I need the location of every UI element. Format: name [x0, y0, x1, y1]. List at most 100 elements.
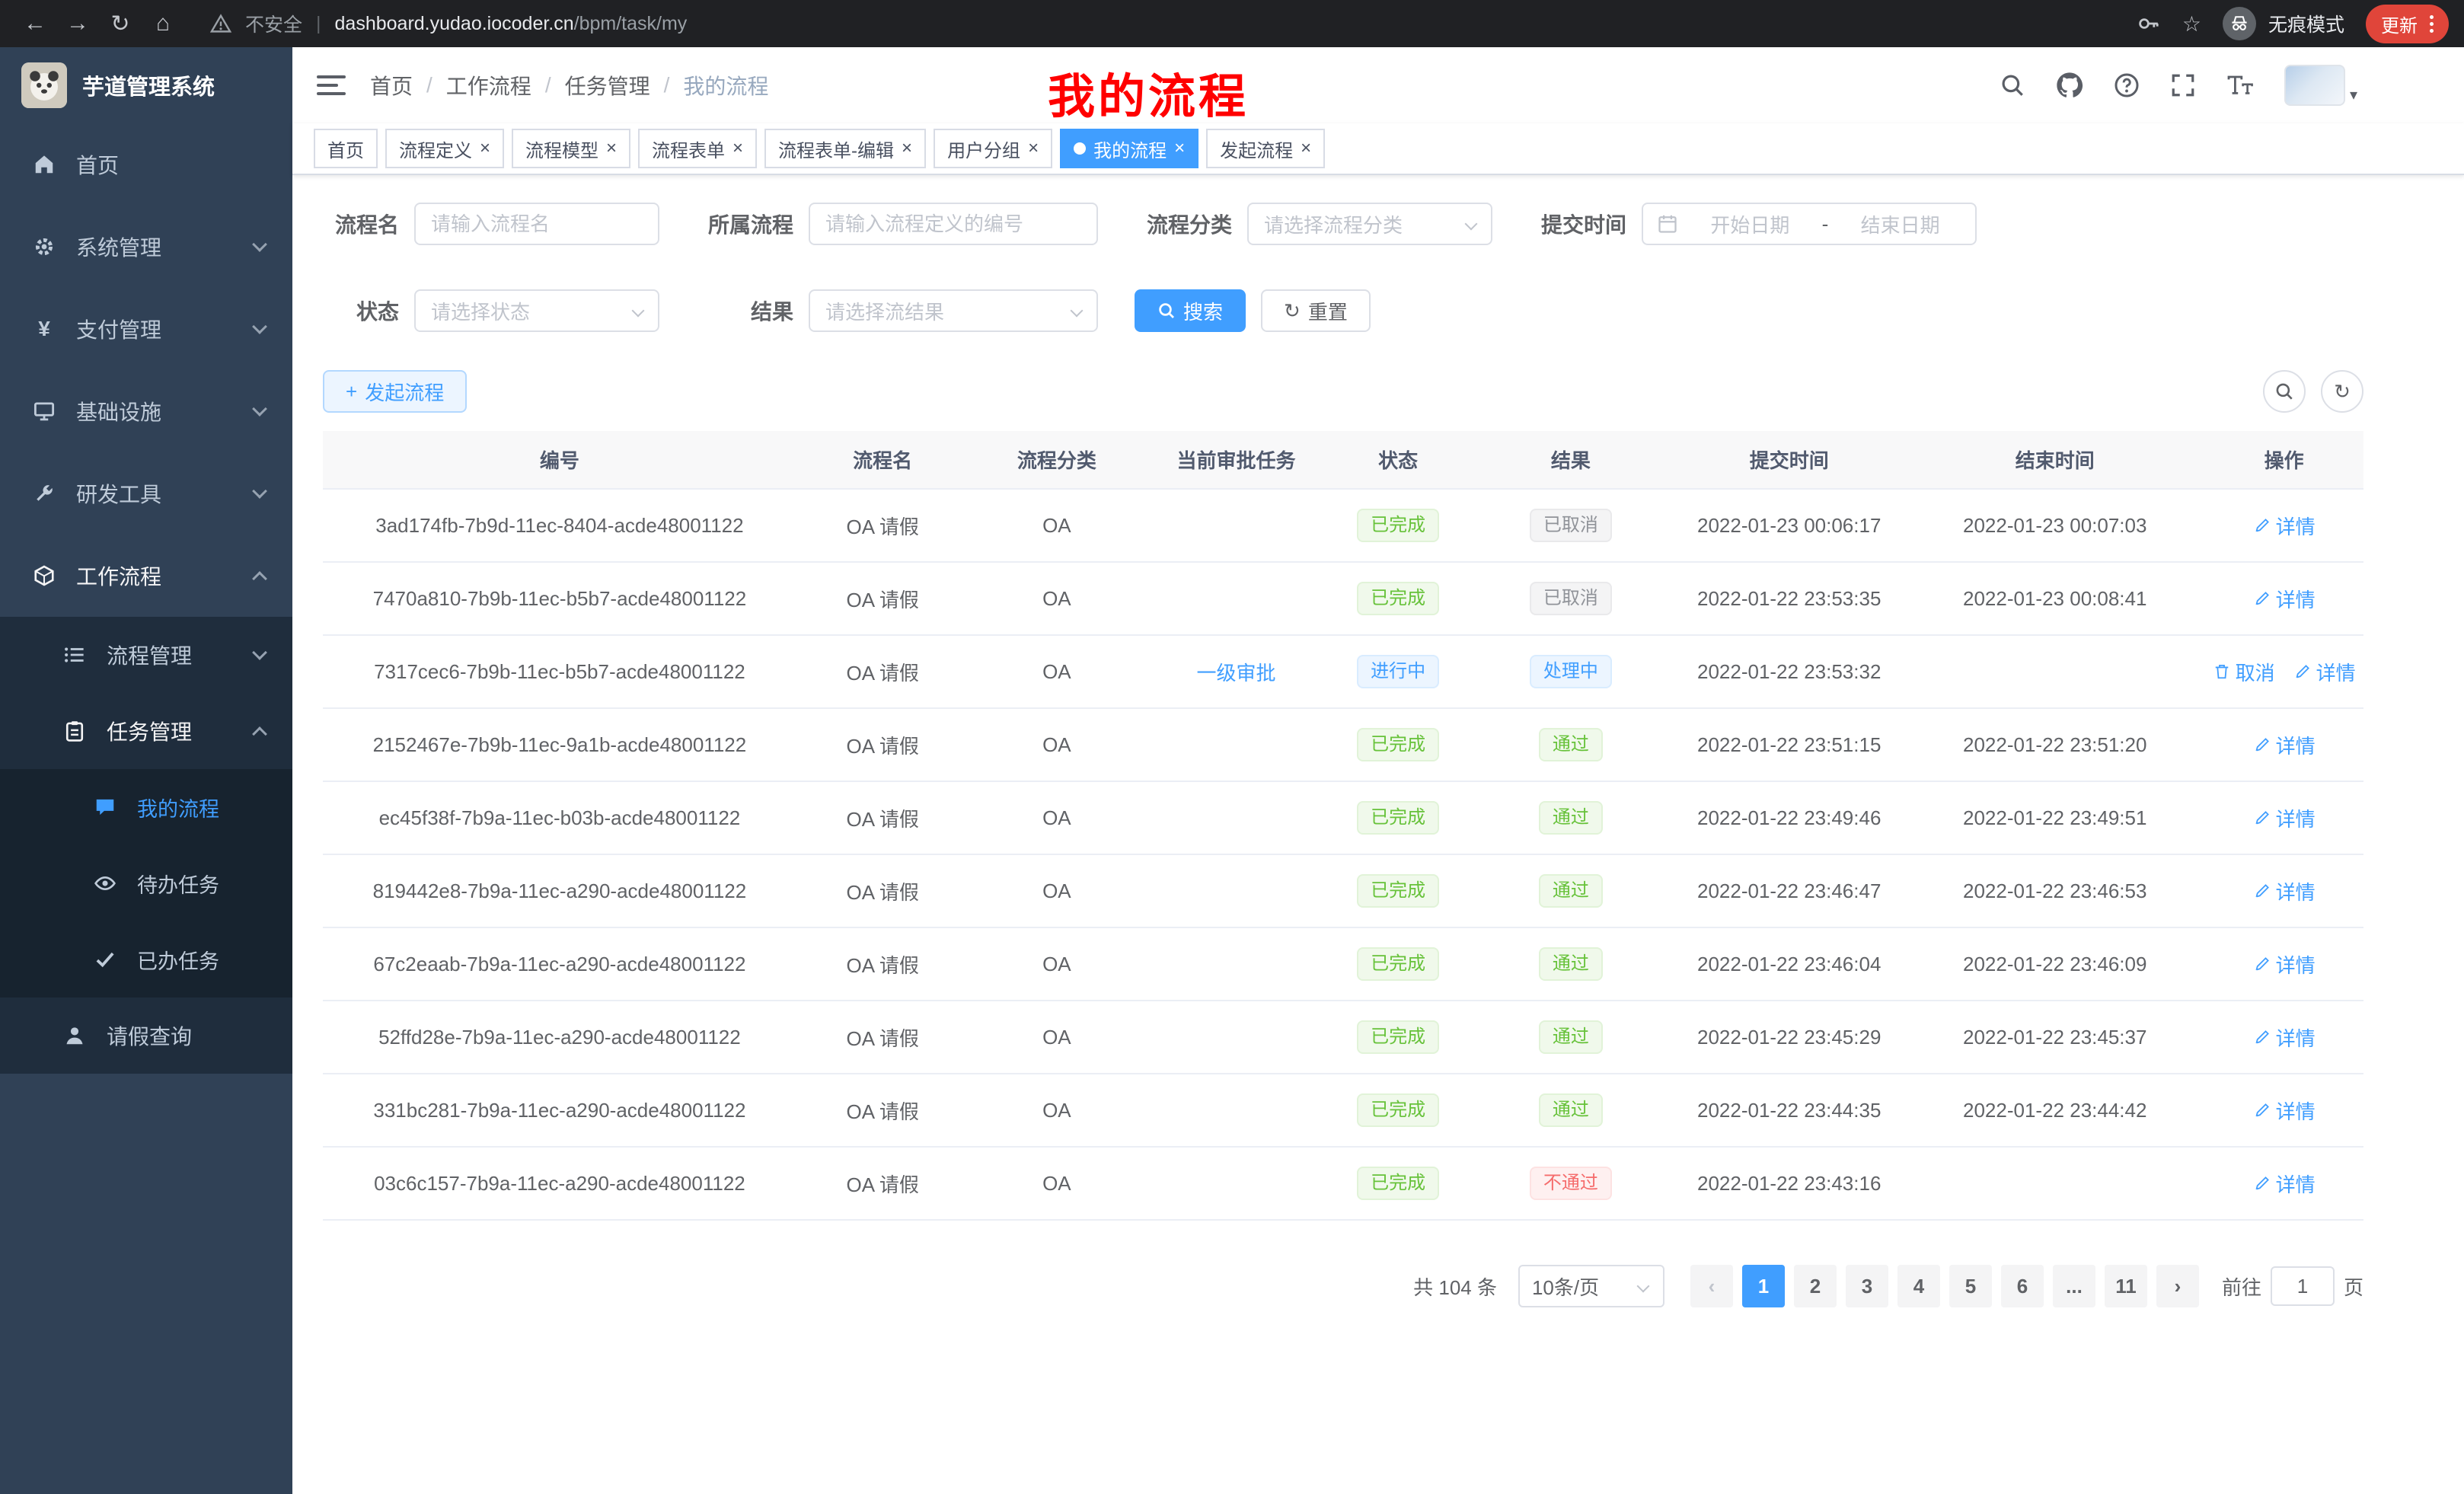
detail-link[interactable]: 详情	[2253, 950, 2316, 978]
page-button-11[interactable]: 11	[2105, 1265, 2147, 1307]
table-row[interactable]: 7470a810-7b9b-11ec-b5b7-acde48001122 OA …	[323, 562, 2363, 635]
tab-process-model[interactable]: 流程模型×	[512, 129, 630, 168]
table-row[interactable]: 331bc281-7b9a-11ec-a290-acde48001122 OA …	[323, 1074, 2363, 1147]
fullscreen-icon[interactable]	[2170, 72, 2196, 98]
table-row[interactable]: 3ad174fb-7b9d-11ec-8404-acde48001122 OA …	[323, 489, 2363, 562]
detail-link[interactable]: 详情	[2253, 804, 2316, 832]
user-menu[interactable]: ▾	[2284, 65, 2357, 106]
detail-link[interactable]: 详情	[2253, 585, 2316, 613]
detail-link[interactable]: 详情	[2253, 731, 2316, 759]
sidebar-item-workflow[interactable]: 工作流程	[0, 535, 292, 617]
search-icon[interactable]	[2000, 72, 2025, 98]
page-button-1[interactable]: 1	[1742, 1265, 1785, 1307]
browser-menu-icon[interactable]	[2430, 15, 2434, 33]
page-size-select[interactable]: 10条/页	[1518, 1265, 1664, 1307]
detail-link[interactable]: 详情	[2253, 512, 2316, 540]
process-id: 7470a810-7b9b-11ec-b5b7-acde48001122	[373, 587, 747, 610]
create-process-button[interactable]: + 发起流程	[323, 370, 467, 413]
sidebar-item-process-mgmt[interactable]: 流程管理	[0, 617, 292, 693]
close-tab-icon[interactable]: ×	[732, 139, 743, 158]
tab-process-form-edit[interactable]: 流程表单-编辑×	[764, 129, 926, 168]
table-row[interactable]: 03c6c157-7b9a-11ec-a290-acde48001122 OA …	[323, 1147, 2363, 1220]
next-page-button[interactable]: ›	[2156, 1265, 2199, 1307]
submit-time-range-picker[interactable]: 开始日期 - 结束日期	[1642, 203, 1977, 245]
browser-forward-button[interactable]: →	[58, 11, 97, 37]
prev-page-button[interactable]: ‹	[1690, 1265, 1733, 1307]
close-tab-icon[interactable]: ×	[606, 139, 617, 158]
detail-link[interactable]: 详情	[2253, 1023, 2316, 1052]
tab-user-group[interactable]: 用户分组×	[934, 129, 1052, 168]
detail-link[interactable]: 详情	[2253, 1097, 2316, 1125]
sidebar-item-done-task[interactable]: 已办任务	[0, 921, 292, 998]
category-select[interactable]: 请选择流程分类	[1247, 203, 1492, 245]
page-button-2[interactable]: 2	[1794, 1265, 1837, 1307]
search-button[interactable]: 搜索	[1135, 289, 1246, 332]
tab-home[interactable]: 首页	[314, 129, 378, 168]
sidebar-item-payment[interactable]: ¥ 支付管理	[0, 288, 292, 370]
tab-start-process[interactable]: 发起流程×	[1206, 129, 1325, 168]
page-button-4[interactable]: 4	[1897, 1265, 1940, 1307]
status-tag: 已完成	[1357, 582, 1439, 615]
detail-link[interactable]: 详情	[2253, 1170, 2316, 1198]
close-tab-icon[interactable]: ×	[480, 139, 490, 158]
reset-button[interactable]: ↻ 重置	[1261, 289, 1371, 332]
page-ellipsis[interactable]: ...	[2053, 1265, 2095, 1307]
tab-process-definition[interactable]: 流程定义×	[385, 129, 504, 168]
check-icon	[91, 948, 119, 971]
browser-back-button[interactable]: ←	[15, 11, 55, 37]
table-row[interactable]: 52ffd28e-7b9a-11ec-a290-acde48001122 OA …	[323, 1001, 2363, 1074]
key-icon[interactable]	[2137, 11, 2161, 36]
sidebar-item-my-process[interactable]: 我的流程	[0, 769, 292, 845]
address-bar[interactable]: 不安全 | dashboard.yudao.iocoder.cn/bpm/tas…	[210, 10, 687, 37]
browser-reload-button[interactable]: ↻	[101, 11, 140, 37]
close-tab-icon[interactable]: ×	[1174, 139, 1185, 158]
sidebar-item-devtools[interactable]: 研发工具	[0, 452, 292, 535]
page-button-3[interactable]: 3	[1846, 1265, 1888, 1307]
browser-home-button[interactable]: ⌂	[143, 11, 183, 37]
sidebar-item-home[interactable]: 首页	[0, 123, 292, 206]
result-tag: 通过	[1539, 1020, 1603, 1054]
refresh-table-button[interactable]: ↻	[2321, 370, 2363, 413]
table-row[interactable]: 2152467e-7b9b-11ec-9a1b-acde48001122 OA …	[323, 708, 2363, 781]
table-row[interactable]: ec45f38f-7b9a-11ec-b03b-acde48001122 OA …	[323, 781, 2363, 854]
bookmark-star-icon[interactable]: ☆	[2182, 11, 2201, 37]
sidebar-item-system[interactable]: 系统管理	[0, 206, 292, 288]
tab-process-form[interactable]: 流程表单×	[638, 129, 757, 168]
table-row[interactable]: 67c2eaab-7b9a-11ec-a290-acde48001122 OA …	[323, 927, 2363, 1001]
goto-page-input[interactable]	[2271, 1266, 2335, 1306]
close-tab-icon[interactable]: ×	[902, 139, 912, 158]
status-select[interactable]: 请选择状态	[414, 289, 659, 332]
process-definition-input[interactable]	[809, 203, 1098, 245]
detail-link[interactable]: 详情	[2293, 658, 2356, 686]
sidebar-item-label: 待办任务	[137, 869, 265, 899]
process-name-input[interactable]	[414, 203, 659, 245]
sidebar-item-infra[interactable]: 基础设施	[0, 370, 292, 452]
page-button-6[interactable]: 6	[2001, 1265, 2044, 1307]
sidebar-item-task-mgmt[interactable]: 任务管理	[0, 693, 292, 769]
sidebar-item-leave-query[interactable]: 请假查询	[0, 998, 292, 1074]
sidebar-item-todo-task[interactable]: 待办任务	[0, 845, 292, 921]
help-icon[interactable]	[2114, 72, 2140, 98]
close-tab-icon[interactable]: ×	[1301, 139, 1311, 158]
table-row[interactable]: 819442e8-7b9a-11ec-a290-acde48001122 OA …	[323, 854, 2363, 927]
breadcrumb-item[interactable]: 首页	[370, 70, 413, 101]
breadcrumb-item[interactable]: 工作流程	[446, 70, 531, 101]
close-tab-icon[interactable]: ×	[1028, 139, 1039, 158]
task-link[interactable]: 一级审批	[1197, 662, 1276, 685]
hamburger-icon[interactable]	[317, 75, 346, 95]
app-logo[interactable]: 芋道管理系统	[0, 47, 292, 123]
cell-actions: 取消 详情	[2204, 1074, 2363, 1147]
detail-link[interactable]: 详情	[2253, 877, 2316, 905]
table-row[interactable]: 7317cec6-7b9b-11ec-b5b7-acde48001122 OA …	[323, 635, 2363, 708]
end-time: 2022-01-22 23:49:51	[1963, 806, 2146, 829]
browser-update-button[interactable]: 更新	[2366, 5, 2449, 43]
tab-my-process[interactable]: 我的流程×	[1060, 129, 1198, 168]
breadcrumb-item[interactable]: 任务管理	[565, 70, 650, 101]
font-size-icon[interactable]	[2226, 73, 2254, 97]
cell-actions: 取消 详情	[2204, 562, 2363, 635]
github-icon[interactable]	[2056, 72, 2083, 99]
result-select[interactable]: 请选择流结果	[809, 289, 1098, 332]
cancel-link[interactable]: 取消	[2213, 658, 2275, 686]
show-search-button[interactable]	[2263, 370, 2306, 413]
page-button-5[interactable]: 5	[1949, 1265, 1992, 1307]
